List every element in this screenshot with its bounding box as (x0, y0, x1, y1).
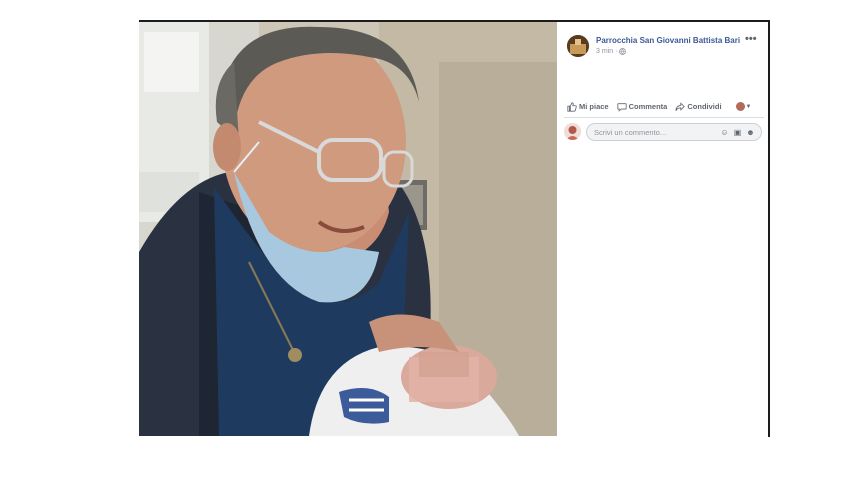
comment-composer: Scrivi un commento... ☺ ▣ ☻ (564, 122, 764, 142)
photo-illustration (139, 22, 557, 436)
post-photo[interactable] (139, 22, 557, 436)
comment-label: Commenta (628, 102, 668, 111)
share-icon (675, 101, 686, 111)
reaction-selector[interactable]: ▼ (735, 102, 752, 111)
user-avatar (564, 123, 581, 140)
post-actions: Mi piace Commenta Condividi ▼ (567, 100, 765, 113)
emoji-icon[interactable]: ☺ (720, 128, 729, 137)
thumbs-up-icon (567, 101, 577, 112)
chevron-down-icon: ▼ (745, 103, 752, 110)
comment-placeholder: Scrivi un commento... (594, 127, 667, 137)
camera-icon[interactable]: ▣ (733, 128, 742, 137)
comment-input-icons: ☺ ▣ ☻ (720, 128, 755, 137)
post-sidebar: Parrocchia San Giovanni Battista Bari ••… (558, 22, 768, 436)
post-meta: 3 min · (596, 48, 627, 55)
sticker-icon[interactable]: ☻ (746, 128, 755, 137)
share-button[interactable]: Condividi (675, 101, 722, 112)
comment-button[interactable]: Commenta (617, 102, 668, 112)
like-button[interactable]: Mi piace (567, 101, 609, 112)
user-avatar-small (735, 102, 745, 111)
comment-input[interactable]: Scrivi un commento... ☺ ▣ ☻ (586, 123, 762, 141)
comment-icon (617, 102, 627, 112)
page-name-link[interactable]: Parrocchia San Giovanni Battista Bari (596, 36, 740, 45)
share-label: Condividi (687, 102, 722, 111)
divider (564, 117, 764, 118)
more-options-icon[interactable]: ••• (745, 33, 757, 45)
page-avatar[interactable] (567, 35, 589, 57)
post-timestamp[interactable]: 3 min (596, 48, 613, 55)
like-label: Mi piace (579, 102, 609, 111)
globe-icon (619, 48, 627, 55)
